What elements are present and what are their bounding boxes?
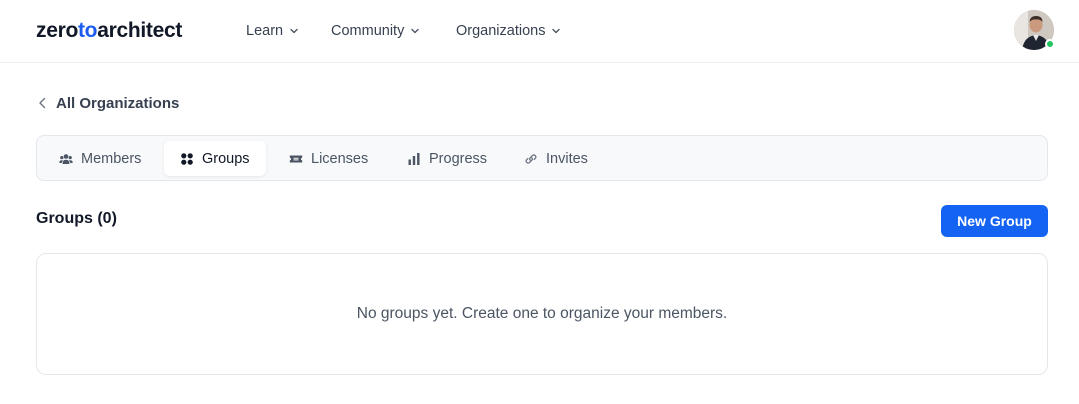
chevron-down-icon (411, 28, 420, 34)
breadcrumb-label: All Organizations (56, 94, 180, 112)
organization-tabs: Members Groups Licenses Progress Invites (36, 135, 1048, 181)
nav-learn[interactable]: Learn (246, 20, 299, 42)
brand-logo-part-to: to (77, 19, 98, 42)
nav-community-label: Community (331, 23, 405, 39)
new-group-button[interactable]: New Group (941, 205, 1048, 237)
chevron-left-icon (39, 97, 46, 109)
top-navigation-bar: zerotoarchitect Learn Community Organiza… (0, 0, 1079, 63)
brand-logo[interactable]: zerotoarchitect (36, 18, 182, 44)
tab-invites[interactable]: Invites (508, 141, 604, 176)
tab-licenses-label: Licenses (311, 150, 369, 167)
nav-learn-label: Learn (246, 23, 284, 39)
user-avatar[interactable] (1014, 10, 1055, 50)
tab-licenses[interactable]: Licenses (273, 141, 384, 176)
chevron-down-icon (290, 28, 298, 34)
ticket-icon (289, 155, 303, 162)
nav-organizations-label: Organizations (456, 23, 546, 39)
brand-logo-part-zero: zero (36, 19, 78, 42)
nav-community[interactable]: Community (331, 20, 420, 42)
breadcrumb-all-organizations[interactable]: All Organizations (38, 93, 179, 113)
tab-members[interactable]: Members (43, 141, 157, 176)
tab-members-label: Members (81, 150, 142, 167)
tab-progress[interactable]: Progress (391, 141, 503, 176)
online-status-dot (1045, 39, 1055, 49)
tab-invites-label: Invites (546, 150, 588, 167)
tab-groups[interactable]: Groups (164, 141, 266, 176)
groups-section-title: Groups (0) (36, 210, 117, 227)
tab-groups-label: Groups (202, 150, 250, 167)
users-icon (59, 153, 73, 164)
groups-empty-state: No groups yet. Create one to organize yo… (36, 253, 1048, 375)
grid-icon (181, 152, 193, 165)
link-icon (525, 153, 537, 164)
empty-state-message: No groups yet. Create one to organize yo… (356, 305, 728, 322)
nav-organizations[interactable]: Organizations (456, 20, 561, 42)
bar-chart-icon (408, 152, 420, 165)
chevron-down-icon (552, 28, 561, 34)
brand-logo-part-architect: architect (97, 19, 183, 42)
tab-progress-label: Progress (429, 150, 488, 167)
